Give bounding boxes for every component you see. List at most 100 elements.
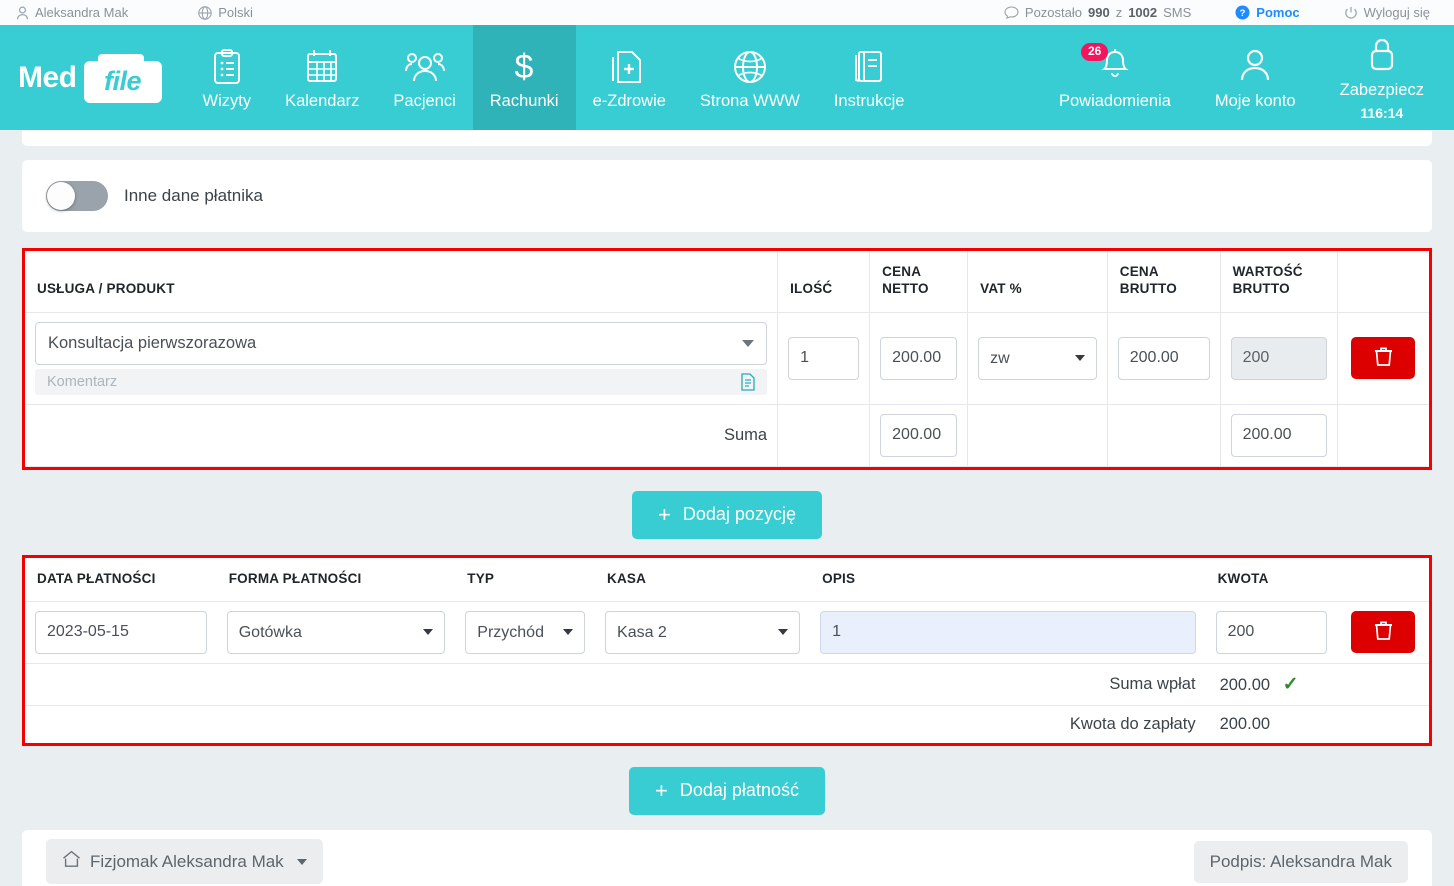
current-user-name: Aleksandra Mak xyxy=(35,5,129,20)
utility-bar: Aleksandra Mak Polski Pozostało 990 z 10… xyxy=(0,0,1454,25)
payments-table: DATA PŁATNOŚCI FORMA PŁATNOŚCI TYP KASA … xyxy=(25,557,1429,743)
nav-label-kalendarz: Kalendarz xyxy=(285,91,360,110)
help-link[interactable]: ? Pomoc xyxy=(1235,5,1300,20)
document-icon[interactable] xyxy=(740,372,755,391)
payment-type-select-wrap: Przychód xyxy=(465,610,586,654)
nav-item-ezdrowie[interactable]: e-Zdrowie xyxy=(576,25,683,130)
nav-item-zabezpiecz[interactable]: Zabezpiecz 116:14 xyxy=(1318,25,1446,130)
nav-label-pacjenci: Pacjenci xyxy=(393,91,456,110)
nav-label-zabezpiecz: Zabezpiecz xyxy=(1339,81,1424,99)
net-price-input[interactable] xyxy=(880,336,958,380)
items-total-row: Suma xyxy=(25,404,1429,467)
col-payment-form: FORMA PŁATNOŚCI xyxy=(216,557,456,602)
comment-field[interactable]: Komentarz xyxy=(35,368,768,395)
payment-date-input[interactable] xyxy=(35,610,207,654)
nav-item-powiadomienia[interactable]: 26 Powiadomienia xyxy=(1037,25,1193,130)
person-icon xyxy=(1239,45,1271,85)
other-payer-toggle[interactable] xyxy=(46,181,108,211)
sms-prefix: Pozostało xyxy=(1024,5,1082,20)
signature-badge: Podpis: Aleksandra Mak xyxy=(1193,840,1408,883)
vat-select[interactable]: zw xyxy=(978,336,1097,380)
footer-card: Fizjomak Aleksandra Mak Podpis: Aleksand… xyxy=(22,829,1432,886)
amount-due-label: Kwota do zapłaty xyxy=(1069,714,1196,733)
items-table-header-row: USŁUGA / PRODUKT ILOŚĆ CENA NETTO VAT % … xyxy=(25,251,1429,313)
sum-paid-row: Suma wpłat 200.00 ✓ xyxy=(25,663,1429,706)
col-gross-price: CENA BRUTTO xyxy=(1107,251,1221,313)
quantity-input[interactable] xyxy=(788,336,860,380)
nav-item-wizyty[interactable]: Wizyty xyxy=(186,25,269,130)
service-select[interactable]: Konsultacja pierwszorazowa xyxy=(35,321,768,365)
logout-label: Wyloguj się xyxy=(1363,5,1430,20)
current-user[interactable]: Aleksandra Mak xyxy=(16,5,128,20)
nav-label-moje-konto: Moje konto xyxy=(1214,91,1296,110)
add-item-button[interactable]: + Dodaj pozycję xyxy=(632,490,822,539)
item-actions-cell xyxy=(1337,312,1429,405)
nav-item-pacjenci[interactable]: Pacjenci xyxy=(376,25,472,130)
lock-icon xyxy=(1366,34,1398,74)
col-payment-actions xyxy=(1337,557,1429,602)
payment-date-cell xyxy=(25,601,217,664)
delete-payment-button[interactable] xyxy=(1351,611,1416,654)
facility-selector[interactable]: Fizjomak Aleksandra Mak xyxy=(46,839,323,885)
other-payer-label: Inne dane płatnika xyxy=(124,186,263,205)
vat-select-wrap: zw xyxy=(978,336,1097,380)
payment-type-select[interactable]: Przychód xyxy=(465,610,586,654)
sum-paid-label: Suma wpłat xyxy=(25,663,1206,706)
items-total-qty-cell xyxy=(777,404,871,467)
logo-folder: file xyxy=(82,52,164,104)
payment-amount-cell xyxy=(1205,601,1338,664)
payments-table-header-row: DATA PŁATNOŚCI FORMA PŁATNOŚCI TYP KASA … xyxy=(25,557,1429,602)
svg-text:$: $ xyxy=(515,48,534,85)
payments-table-row: Gotówka Przychód xyxy=(25,601,1429,664)
chevron-down-icon xyxy=(742,340,755,348)
payment-amount-input[interactable] xyxy=(1215,610,1328,654)
items-total-gross-input[interactable] xyxy=(1230,413,1327,457)
sms-mid: z xyxy=(1115,5,1123,20)
trash-icon xyxy=(1374,620,1393,644)
logout-link[interactable]: Wyloguj się xyxy=(1344,5,1430,20)
delete-item-button[interactable] xyxy=(1351,337,1416,380)
add-item-label: Dodaj pozycję xyxy=(682,504,796,525)
gross-value-input[interactable] xyxy=(1230,336,1327,380)
amount-due-value: 200.00 xyxy=(1219,714,1271,733)
payment-form-select-wrap: Gotówka xyxy=(226,610,446,654)
sms-suffix: SMS xyxy=(1163,5,1192,20)
net-price-cell xyxy=(869,312,969,405)
items-total-grossprice-cell xyxy=(1107,404,1221,467)
logo[interactable]: Med file xyxy=(0,25,186,130)
gross-price-input[interactable] xyxy=(1117,336,1210,380)
add-payment-wrap: + Dodaj płatność xyxy=(22,766,1432,815)
gross-value-cell xyxy=(1220,312,1338,405)
nav-item-moje-konto[interactable]: Moje konto xyxy=(1193,25,1318,130)
sms-total: 1002 xyxy=(1128,5,1158,20)
nav-item-kalendarz[interactable]: Kalendarz xyxy=(268,25,376,130)
plus-icon: + xyxy=(655,777,668,803)
question-circle-icon: ? xyxy=(1235,5,1250,20)
payment-register-select[interactable]: Kasa 2 xyxy=(605,610,801,654)
help-label: Pomoc xyxy=(1256,5,1300,20)
language-selector[interactable]: Polski xyxy=(198,5,253,20)
quantity-cell xyxy=(777,312,871,405)
medical-file-icon xyxy=(612,45,646,85)
col-payment-date: DATA PŁATNOŚCI xyxy=(25,557,217,602)
payment-type-cell: Przychód xyxy=(455,601,596,664)
items-total-vat-cell xyxy=(967,404,1108,467)
page-content: Inne dane płatnika USŁUGA / PRODUKT ILOŚ… xyxy=(0,130,1454,886)
globe-icon xyxy=(198,5,212,20)
items-table-row: Konsultacja pierwszorazowa Komentarz 1 2… xyxy=(25,312,1429,405)
nav-item-rachunki[interactable]: $ Rachunki xyxy=(472,25,576,130)
nav-item-instrukcje[interactable]: Instrukcje xyxy=(817,25,922,130)
add-payment-label: Dodaj płatność xyxy=(679,780,799,801)
add-payment-button[interactable]: + Dodaj płatność xyxy=(629,766,825,815)
facility-label: Fizjomak Aleksandra Mak xyxy=(90,851,284,871)
payment-form-select[interactable]: Gotówka xyxy=(226,610,446,654)
payment-description-input[interactable] xyxy=(820,610,1196,654)
payments-table-highlight: DATA PŁATNOŚCI FORMA PŁATNOŚCI TYP KASA … xyxy=(22,554,1432,746)
toggle-knob xyxy=(47,182,75,210)
items-total-net-input[interactable] xyxy=(880,413,958,457)
nav-item-strona-www[interactable]: Strona WWW xyxy=(683,25,817,130)
nav-label-powiadomienia: Powiadomienia xyxy=(1058,91,1171,110)
items-total-gross-cell xyxy=(1220,404,1338,467)
payer-toggle-card: Inne dane płatnika xyxy=(22,160,1432,232)
session-timer: 116:14 xyxy=(1360,105,1404,121)
